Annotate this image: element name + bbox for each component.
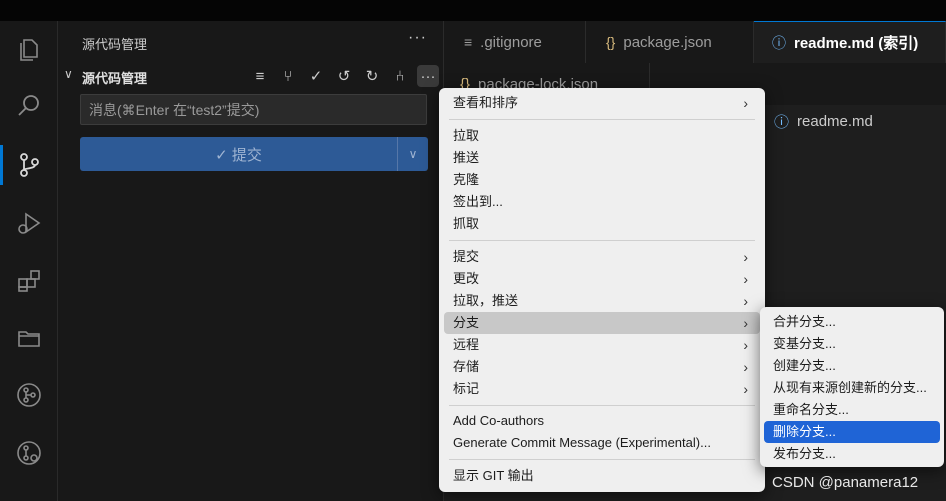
section-label: 源代码管理 <box>82 71 148 86</box>
sidebar-more-icon[interactable]: ··· <box>408 29 427 47</box>
branch-submenu: 合并分支... 变基分支... 创建分支... 从现有来源创建新的分支... 重… <box>760 307 944 467</box>
menu-item-stash[interactable]: 存储 › <box>444 356 760 378</box>
git-history-icon[interactable] <box>0 429 57 477</box>
more-actions-menu: 查看和排序 › 拉取 推送 克隆 签出到... 抓取 提交 › 更改 › 拉取，推送 ›… <box>439 88 765 492</box>
commit-message-input[interactable]: 消息(⌘Enter 在“test2”提交) <box>80 94 427 125</box>
submenu-item-rebase-branch[interactable]: 变基分支... <box>764 333 940 355</box>
breadcrumb[interactable]: ⓘ readme.md <box>774 111 873 132</box>
commit-button[interactable]: ✓ 提交 ∨ <box>80 137 428 171</box>
menu-item-remote[interactable]: 远程 › <box>444 334 760 356</box>
menu-item-clone[interactable]: 克隆 <box>444 169 760 191</box>
menu-item-commit[interactable]: 提交 › <box>444 246 760 268</box>
tab-gitignore[interactable]: ≡ .gitignore <box>444 21 586 63</box>
breadcrumb-label: readme.md <box>797 113 873 130</box>
submenu-item-delete-branch[interactable]: 删除分支... <box>764 421 940 443</box>
menu-divider <box>449 240 755 241</box>
menu-item-label: 显示 GIT 输出 <box>453 468 534 483</box>
menu-item-branch[interactable]: 分支 › <box>444 312 760 334</box>
menu-item-label: 签出到... <box>453 194 503 209</box>
menu-item-label: 存储 <box>453 359 480 374</box>
watermark: CSDN @panamera12 <box>772 474 919 491</box>
sidebar-title: 源代码管理 <box>82 37 148 52</box>
section-actions: ≡ ⑂ ✓ ↺ ↻ ⑃ ··· <box>249 65 439 87</box>
menu-item-label: 抓取 <box>453 216 480 231</box>
window-top-bar <box>0 0 946 21</box>
submenu-item-publish-branch[interactable]: 发布分支... <box>764 443 940 465</box>
menu-item-label: 拉取，推送 <box>453 293 519 308</box>
menu-item-label: 提交 <box>453 249 480 264</box>
chevron-right-icon: › <box>743 271 748 287</box>
commit-check-icon[interactable]: ✓ <box>305 65 327 87</box>
menu-item-pull-push[interactable]: 拉取，推送 › <box>444 290 760 312</box>
menu-item-label: 查看和排序 <box>453 95 519 110</box>
menu-item-label: Add Co-authors <box>453 413 545 428</box>
chevron-right-icon: › <box>743 249 748 265</box>
more-actions-icon[interactable]: ··· <box>417 65 439 87</box>
commit-button-label[interactable]: ✓ 提交 <box>80 137 397 171</box>
menu-item-push[interactable]: 推送 <box>444 147 760 169</box>
refresh-icon[interactable]: ↻ <box>361 65 383 87</box>
tab-label: readme.md (索引) <box>794 35 919 52</box>
menu-item-label: 分支 <box>453 315 480 330</box>
search-icon[interactable] <box>0 82 57 130</box>
chevron-right-icon: › <box>743 315 748 331</box>
menu-item-changes[interactable]: 更改 › <box>444 268 760 290</box>
chevron-right-icon: › <box>743 337 748 353</box>
git-graph-icon[interactable] <box>0 371 57 419</box>
activity-bar <box>0 21 58 501</box>
tab-package-json[interactable]: {} package.json <box>586 21 754 63</box>
run-debug-icon[interactable] <box>0 199 57 247</box>
editor-tabs: ≡ .gitignore {} package.json ⓘ readme.md… <box>444 21 946 63</box>
tab-label: .gitignore <box>480 33 542 51</box>
menu-item-generate-commit-message[interactable]: Generate Commit Message (Experimental)..… <box>444 432 760 454</box>
folder-icon[interactable] <box>0 314 57 362</box>
menu-item-label: 拉取 <box>453 128 480 143</box>
menu-item-checkout[interactable]: 签出到... <box>444 191 760 213</box>
source-control-icon[interactable] <box>0 141 57 189</box>
menu-item-label: 远程 <box>453 337 480 352</box>
chevron-right-icon: › <box>743 293 748 309</box>
menu-item-label: 推送 <box>453 150 480 165</box>
menu-divider <box>449 119 755 120</box>
file-lines-icon: ≡ <box>464 34 473 50</box>
submenu-item-rename-branch[interactable]: 重命名分支... <box>764 399 940 421</box>
source-control-section-header[interactable]: ∨ 源代码管理 ≡ ⑂ ✓ ↺ ↻ ⑃ ··· <box>58 65 443 87</box>
menu-item-label: Generate Commit Message (Experimental)..… <box>453 435 711 450</box>
view-as-list-icon[interactable]: ≡ <box>249 65 271 87</box>
chevron-down-icon: ∨ <box>64 67 73 81</box>
tab-readme[interactable]: ⓘ readme.md (索引) <box>754 21 946 63</box>
branch-graph-icon[interactable]: ⑂ <box>277 65 299 87</box>
submenu-item-create-branch[interactable]: 创建分支... <box>764 355 940 377</box>
menu-item-add-coauthors[interactable]: Add Co-authors <box>444 410 760 432</box>
menu-item-fetch[interactable]: 抓取 <box>444 213 760 235</box>
history-icon[interactable]: ↺ <box>333 65 355 87</box>
menu-item-label: 更改 <box>453 271 480 286</box>
menu-item-pull[interactable]: 拉取 <box>444 125 760 147</box>
source-control-sidebar: 源代码管理 ··· ∨ 源代码管理 ≡ ⑂ ✓ ↺ ↻ ⑃ ··· 消息(⌘En… <box>58 21 444 501</box>
submenu-item-merge-branch[interactable]: 合并分支... <box>764 311 940 333</box>
menu-divider <box>449 405 755 406</box>
menu-divider <box>449 459 755 460</box>
menu-item-tags[interactable]: 标记 › <box>444 378 760 400</box>
menu-item-view-sort[interactable]: 查看和排序 › <box>444 92 760 114</box>
menu-item-show-git-output[interactable]: 显示 GIT 输出 <box>444 465 760 487</box>
menu-item-label: 克隆 <box>453 172 480 187</box>
json-braces-icon: {} <box>606 34 616 50</box>
chevron-right-icon: › <box>743 359 748 375</box>
graph-icon[interactable]: ⑃ <box>389 65 411 87</box>
chevron-right-icon: › <box>743 381 748 397</box>
info-icon: ⓘ <box>774 114 790 131</box>
info-icon: ⓘ <box>772 34 786 51</box>
extensions-icon[interactable] <box>0 257 57 305</box>
tab-label: package.json <box>623 33 712 51</box>
submenu-item-create-branch-from[interactable]: 从现有来源创建新的分支... <box>764 377 940 399</box>
explorer-icon[interactable] <box>0 25 57 73</box>
chevron-right-icon: › <box>743 95 748 111</box>
menu-item-label: 标记 <box>453 381 480 396</box>
chevron-down-icon[interactable]: ∨ <box>397 137 428 171</box>
